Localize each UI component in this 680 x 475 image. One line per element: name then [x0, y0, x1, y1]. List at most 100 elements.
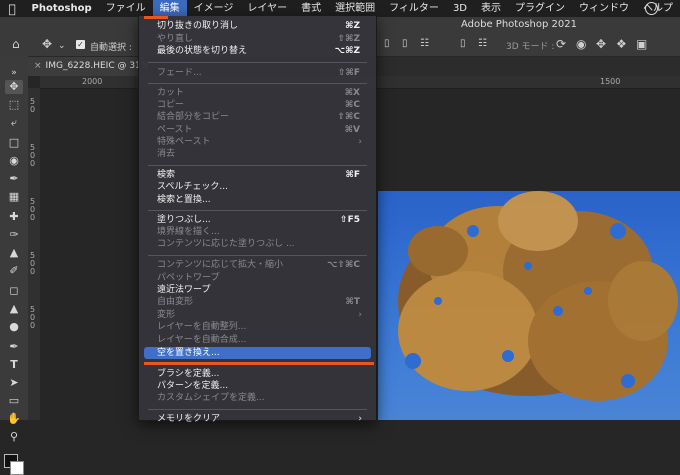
auto-select-label: 自動選択 : — [90, 43, 132, 53]
menu-item-content-aware-fill[interactable]: コンテンツに応じた塗りつぶし ... — [144, 238, 371, 250]
menu-select[interactable]: 選択範囲 — [328, 0, 382, 17]
submenu-arrow-icon: › — [358, 137, 362, 147]
menu-item-purge-memory[interactable]: メモリをクリア › — [144, 413, 371, 425]
menu-item-content-aware-scale[interactable]: コンテンツに応じて拡大・縮小 ⌥⇧⌘C — [144, 259, 371, 271]
submenu-arrow-icon: › — [358, 414, 362, 424]
crop-tool-icon[interactable]: □ — [5, 136, 23, 150]
marquee-tool-icon[interactable]: ⬚ — [5, 98, 23, 112]
menu-type[interactable]: 書式 — [294, 0, 328, 17]
menu-item-cut[interactable]: カット ⌘X — [144, 87, 371, 99]
frame-tool-icon[interactable]: ▦ — [5, 190, 23, 204]
align-icon[interactable]: ▯ — [402, 38, 408, 50]
3d-scale-icon[interactable]: ▣ — [636, 38, 647, 50]
menu-item-undo-crop[interactable]: 切り抜きの取り消し ⌘Z — [144, 20, 371, 32]
type-tool-icon[interactable]: T — [5, 358, 23, 372]
ruler-label: 0 — [30, 159, 36, 168]
menu-item-spell-check[interactable]: スペルチェック... — [144, 181, 371, 193]
annotation-underline — [144, 362, 374, 365]
menu-3d[interactable]: 3D — [446, 0, 474, 17]
dodge-tool-icon[interactable]: ● — [5, 320, 23, 334]
menu-edit[interactable]: 編集 — [152, 0, 187, 17]
ruler-label: 0 — [30, 267, 36, 276]
align-icon[interactable]: ▯ — [460, 38, 466, 50]
menu-layer[interactable]: レイヤー — [240, 0, 294, 17]
menu-item-search[interactable]: 検索 ⌘F — [144, 169, 371, 181]
menu-item-auto-blend-layers[interactable]: レイヤーを自動合成... — [144, 334, 371, 346]
menu-item-find-replace[interactable]: 検索と置換... — [144, 194, 371, 206]
ruler-label: 0 — [30, 105, 36, 114]
gradient-tool-icon[interactable]: ▲ — [5, 302, 23, 316]
menu-file[interactable]: ファイル — [99, 0, 153, 17]
menu-item-auto-align-layers[interactable]: レイヤーを自動整列... — [144, 321, 371, 333]
menu-item-stroke[interactable]: 境界線を描く... — [144, 226, 371, 238]
panel-collapse-icon[interactable]: » — [5, 66, 23, 80]
menu-item-paste[interactable]: ペースト ⌘V — [144, 124, 371, 136]
document-tab-title: IMG_6228.HEIC @ 31% (RGB/8) — [45, 61, 148, 71]
home-icon[interactable]: ⌂ — [12, 38, 20, 50]
hand-tool-icon[interactable]: ✋ — [5, 412, 23, 426]
history-brush-icon[interactable]: ✐ — [5, 264, 23, 278]
annotation-underline — [144, 16, 168, 19]
stamp-tool-icon[interactable]: ▲ — [5, 246, 23, 260]
menu-filter[interactable]: フィルター — [382, 0, 446, 17]
align-icon[interactable]: ▯ — [384, 38, 390, 50]
menu-item-copy[interactable]: コピー ⌘C — [144, 99, 371, 111]
menu-item-transform[interactable]: 変形 › — [144, 309, 371, 321]
menu-app-name[interactable]: Photoshop — [25, 0, 99, 17]
zoom-tool-icon[interactable]: ⚲ — [5, 430, 23, 444]
3d-slide-icon[interactable]: ❖ — [616, 38, 627, 50]
brush-tool-icon[interactable]: ✑ — [5, 228, 23, 242]
menu-item-define-custom-shape[interactable]: カスタムシェイプを定義... — [144, 392, 371, 404]
menu-item-puppet-warp[interactable]: パペットワープ — [144, 272, 371, 284]
3d-mode-label: 3D モード : — [506, 42, 555, 52]
chevron-down-icon[interactable]: ⌄ — [58, 40, 66, 52]
tree-image — [398, 191, 678, 401]
menu-item-define-pattern[interactable]: パターンを定義... — [144, 380, 371, 392]
photo-canvas[interactable] — [378, 191, 680, 420]
menu-item-paste-special[interactable]: 特殊ペースト › — [144, 136, 371, 148]
eyedropper-tool-icon[interactable]: ✒ — [5, 172, 23, 186]
eraser-tool-icon[interactable]: ◻ — [5, 284, 23, 298]
3d-roll-icon[interactable]: ◉ — [576, 38, 586, 50]
menu-separator — [148, 62, 367, 63]
menu-item-toggle-last-state[interactable]: 最後の状態を切り替え ⌥⌘Z — [144, 45, 371, 57]
menu-item-free-transform[interactable]: 自由変形 ⌘T — [144, 296, 371, 308]
path-select-tool-icon[interactable]: ➤ — [5, 376, 23, 390]
healing-brush-icon[interactable]: ✚ — [5, 210, 23, 224]
background-color-swatch[interactable] — [10, 461, 24, 475]
submenu-arrow-icon: › — [358, 310, 362, 320]
menu-bar:  Photoshop ファイル 編集 イメージ レイヤー 書式 選択範囲 フィ… — [0, 0, 680, 17]
menu-plugins[interactable]: プラグイン — [508, 0, 572, 17]
menu-item-clear[interactable]: 消去 — [144, 148, 371, 160]
move-tool-icon[interactable]: ✥ — [42, 38, 52, 50]
menu-item-redo[interactable]: やり直し ⇧⌘Z — [144, 33, 371, 45]
menu-image[interactable]: イメージ — [187, 0, 241, 17]
menu-help[interactable]: ヘルプ — [636, 0, 680, 17]
pen-tool-icon[interactable]: ✒ — [5, 340, 23, 354]
move-tool-icon[interactable]: ✥ — [5, 80, 23, 94]
distribute-icon[interactable]: ☷ — [478, 38, 487, 50]
quick-select-tool-icon[interactable]: ◉ — [5, 154, 23, 168]
menu-item-fade[interactable]: フェード... ⇧⌘F — [144, 67, 371, 79]
menu-view[interactable]: 表示 — [474, 0, 508, 17]
menu-separator — [148, 165, 367, 166]
menu-item-sky-replacement[interactable]: 空を置き換え... — [144, 347, 371, 359]
auto-select-checkbox[interactable]: ✓ — [76, 40, 85, 49]
lasso-tool-icon[interactable]: ⤶ — [5, 116, 23, 130]
menu-window[interactable]: ウィンドウ — [572, 0, 636, 17]
menu-item-define-brush[interactable]: ブラシを定義... — [144, 368, 371, 380]
rectangle-tool-icon[interactable]: ▭ — [5, 394, 23, 408]
menu-item-copy-merged[interactable]: 結合部分をコピー ⇧⌘C — [144, 111, 371, 123]
window-title: Adobe Photoshop 2021 — [461, 19, 577, 30]
menu-separator — [148, 83, 367, 84]
menu-item-fill[interactable]: 塗りつぶし... ⇧F5 — [144, 214, 371, 226]
menu-item-perspective-warp[interactable]: 遠近法ワープ — [144, 284, 371, 296]
distribute-icon[interactable]: ☷ — [420, 38, 429, 50]
3d-rotate-icon[interactable]: ⟳ — [556, 38, 566, 50]
3d-pan-icon[interactable]: ✥ — [596, 38, 606, 50]
creative-cloud-icon[interactable] — [645, 2, 658, 15]
close-icon[interactable]: × — [34, 61, 42, 71]
apple-icon[interactable]:  — [0, 2, 25, 16]
edit-menu-dropdown: 切り抜きの取り消し ⌘Z やり直し ⇧⌘Z 最後の状態を切り替え ⌥⌘Z フェード..… — [138, 16, 377, 424]
document-tab[interactable]: ×IMG_6228.HEIC @ 31% (RGB/8) — [28, 57, 148, 76]
